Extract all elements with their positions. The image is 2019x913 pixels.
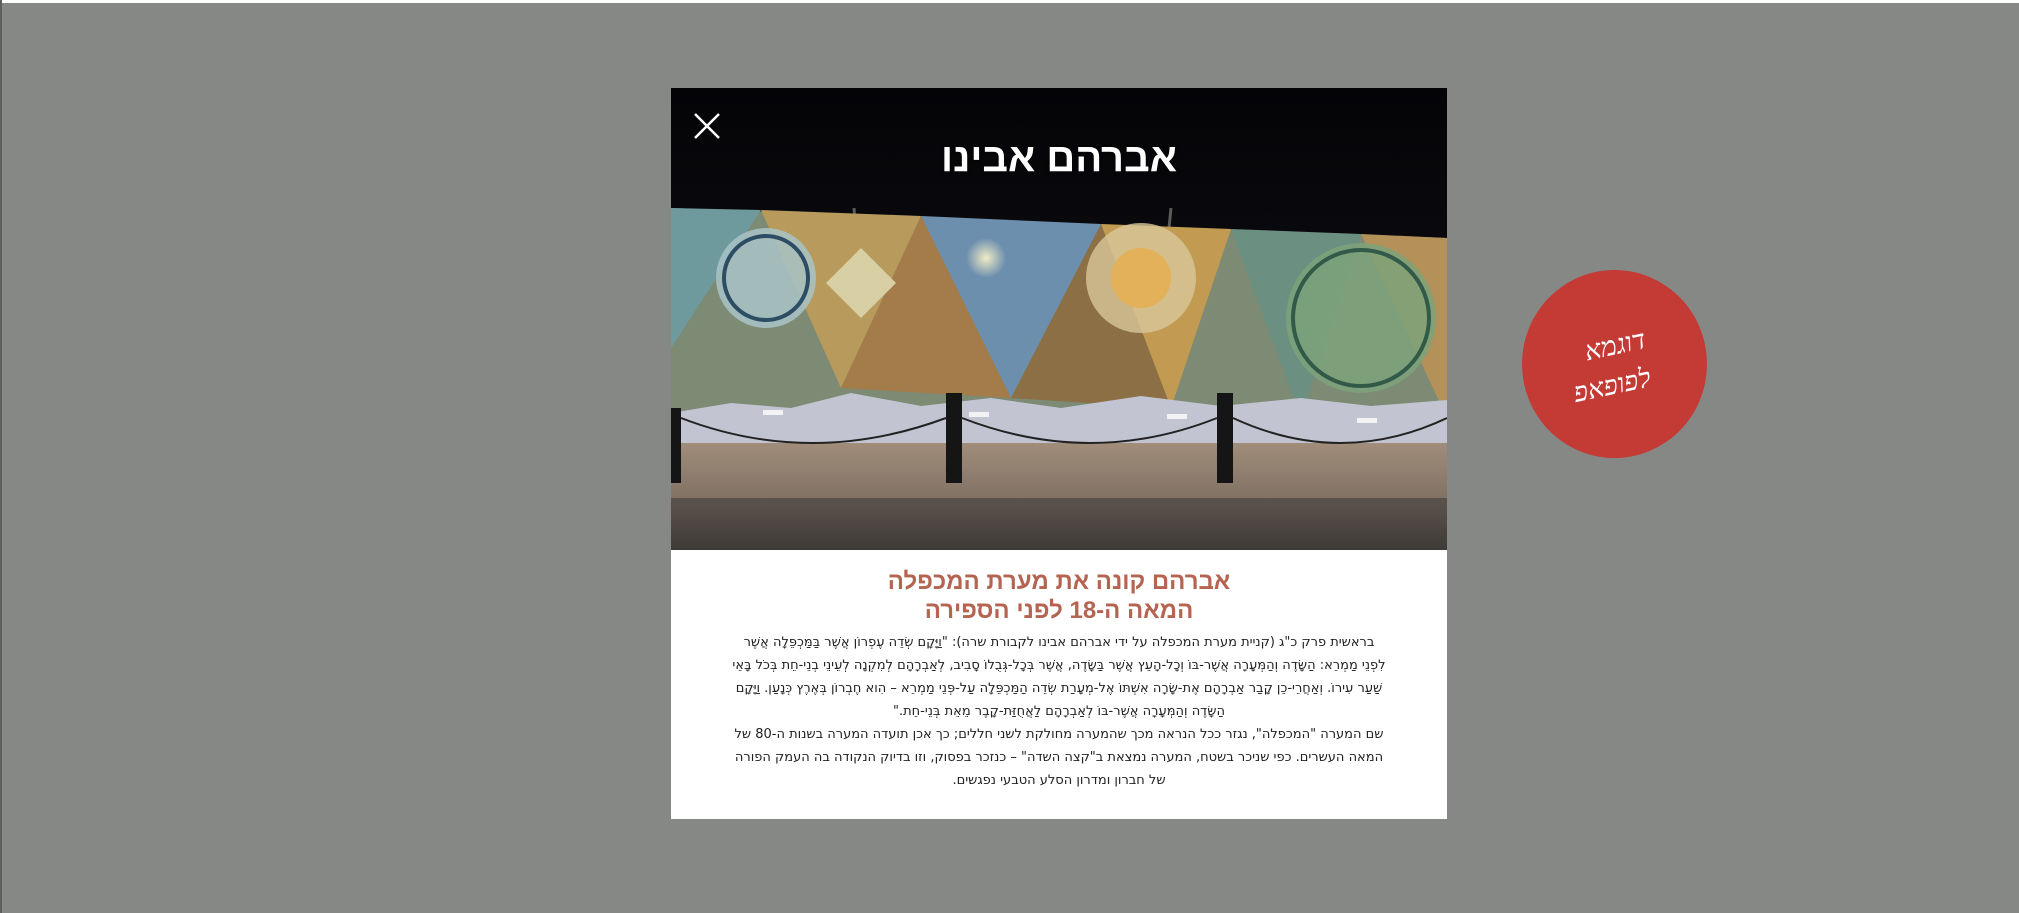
paragraph-2: שם המערה "המכפלה", נגזר ככל הנראה מכך שה… bbox=[734, 727, 1384, 788]
left-edge bbox=[0, 0, 2, 913]
badge-line-1: דוגמא bbox=[1582, 324, 1649, 367]
badge-line-2: לפופאפ bbox=[1570, 362, 1654, 409]
modal-heading: אברהם קונה את מערת המכפלה המאה ה-18 לפני… bbox=[671, 567, 1447, 625]
top-edge bbox=[0, 0, 2019, 3]
mural-photo: אברהם אבינו bbox=[671, 88, 1447, 550]
popup-example-badge[interactable]: דוגמא לפופאפ bbox=[1522, 270, 1707, 458]
modal-title: אברהם אבינו bbox=[941, 136, 1177, 180]
modal-body: בראשית פרק כ"ג (קניית מערת המכפלה על ידי… bbox=[731, 631, 1387, 792]
modal-content: אברהם קונה את מערת המכפלה המאה ה-18 לפני… bbox=[671, 550, 1447, 819]
heading-line-1: אברהם קונה את מערת המכפלה bbox=[887, 568, 1231, 595]
close-icon bbox=[694, 113, 720, 139]
popup-modal: אברהם אבינו אברהם קונה את מערת המכפלה המ… bbox=[671, 88, 1447, 819]
paragraph-1: בראשית פרק כ"ג (קניית מערת המכפלה על ידי… bbox=[732, 635, 1386, 719]
close-button[interactable] bbox=[691, 110, 723, 142]
heading-line-2: המאה ה-18 לפני הספירה bbox=[924, 597, 1194, 624]
